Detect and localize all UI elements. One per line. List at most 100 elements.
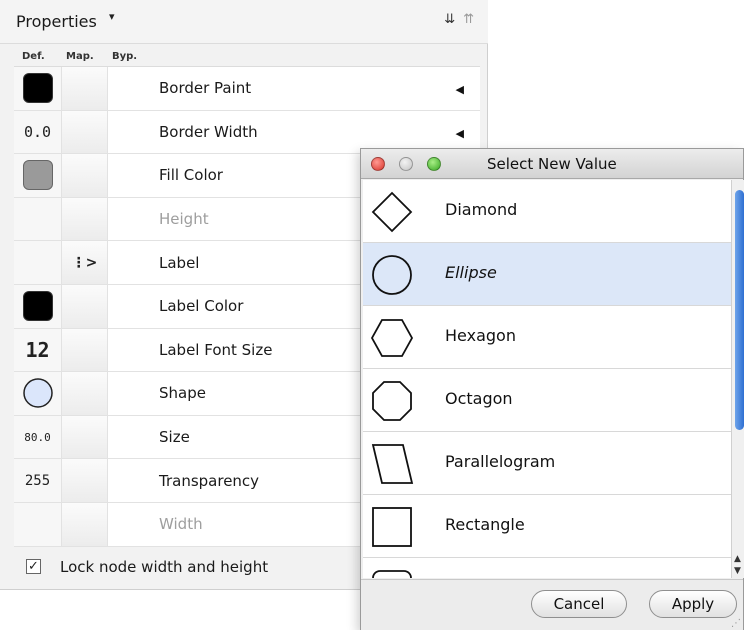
mapping-cell[interactable] xyxy=(62,110,108,154)
shape-option-rectangle[interactable]: Rectangle xyxy=(363,495,731,558)
dialog-footer: Cancel Apply ⋰ xyxy=(361,579,743,630)
mapping-cell[interactable] xyxy=(62,154,108,197)
bypass-cell[interactable] xyxy=(108,503,154,546)
shape-option-label: Rectangle xyxy=(445,515,525,534)
property-name: Width xyxy=(159,515,203,534)
bypass-cell[interactable] xyxy=(108,329,154,372)
dialog-titlebar[interactable]: Select New Value xyxy=(361,149,743,179)
ellipse-icon xyxy=(22,378,53,409)
rectangle-icon xyxy=(372,507,412,547)
apply-button[interactable]: Apply xyxy=(649,590,737,618)
property-name: Transparency xyxy=(159,471,260,490)
zoom-window-button[interactable] xyxy=(427,157,441,171)
mapping-cell[interactable] xyxy=(62,415,108,459)
expand-all-icon[interactable]: ⇈ xyxy=(463,12,474,28)
panel-header: Properties ▾ ⇊ ⇈ xyxy=(0,0,488,44)
parallelogram-icon xyxy=(371,444,414,484)
passthrough-mapping-icon: ⋮> xyxy=(71,254,98,271)
bypass-cell[interactable] xyxy=(108,198,154,241)
bypass-cell[interactable] xyxy=(108,416,154,459)
default-cell[interactable] xyxy=(14,502,62,546)
property-name: Label xyxy=(159,253,200,272)
octagon-icon xyxy=(372,381,412,421)
property-name: Border Width xyxy=(159,122,258,141)
property-name: Shape xyxy=(159,384,206,403)
shape-option-label: Hexagon xyxy=(445,326,516,345)
shape-list[interactable]: Diamond Ellipse Hexagon Octagon Parallel… xyxy=(363,180,731,578)
column-header-map: Map. xyxy=(66,51,94,62)
default-value: 80.0 xyxy=(24,430,51,444)
property-name: Label Font Size xyxy=(159,340,273,359)
bypass-cell[interactable] xyxy=(108,154,154,197)
scrollbar-thumb[interactable] xyxy=(735,190,744,430)
dialog-title: Select New Value xyxy=(487,155,617,173)
scroll-down-icon[interactable]: ▼ xyxy=(734,566,741,576)
property-name: Label Color xyxy=(159,297,244,316)
shape-option-label: Parallelogram xyxy=(445,452,556,471)
color-swatch xyxy=(22,160,53,191)
shape-option-parallelogram[interactable]: Parallelogram xyxy=(363,432,731,495)
shape-option-label: Ellipse xyxy=(445,263,497,282)
default-value: 255 xyxy=(24,472,51,489)
caret-left-icon[interactable]: ◀ xyxy=(456,83,464,96)
default-cell[interactable]: 0.0 xyxy=(14,110,62,154)
property-name: Fill Color xyxy=(159,166,223,185)
panel-title: Properties xyxy=(16,12,97,31)
diamond-icon xyxy=(371,191,413,233)
mapping-cell[interactable] xyxy=(62,67,108,110)
lock-size-checkbox[interactable]: ✓ xyxy=(26,559,41,574)
default-cell[interactable] xyxy=(14,284,62,328)
default-cell[interactable]: 80.0 xyxy=(14,415,62,459)
round-rectangle-icon xyxy=(372,570,412,578)
shape-option-partial[interactable] xyxy=(363,558,731,578)
property-row-border-paint[interactable]: Border Paint ◀ xyxy=(14,67,480,111)
property-name: Height xyxy=(159,210,209,229)
bypass-cell[interactable] xyxy=(108,372,154,415)
default-cell[interactable]: 255 xyxy=(14,459,62,502)
ellipse-icon xyxy=(372,255,412,295)
shape-option-octagon[interactable]: Octagon xyxy=(363,369,731,432)
select-value-dialog: Select New Value Diamond Ellipse Hexagon… xyxy=(360,148,744,630)
default-value: 12 xyxy=(25,337,50,362)
default-cell[interactable] xyxy=(14,154,62,197)
mapping-cell[interactable] xyxy=(62,459,108,502)
shape-option-diamond[interactable]: Diamond xyxy=(363,180,731,243)
default-cell[interactable] xyxy=(14,197,62,241)
cancel-button[interactable]: Cancel xyxy=(531,590,627,618)
panel-header-icons: ⇊ ⇈ xyxy=(444,12,474,28)
property-name: Border Paint xyxy=(159,79,252,98)
shape-option-ellipse[interactable]: Ellipse xyxy=(363,243,731,306)
list-scrollbar[interactable]: ▲ ▼ xyxy=(731,180,744,578)
panel-menu-arrow-icon[interactable]: ▾ xyxy=(109,10,115,23)
default-cell[interactable] xyxy=(14,241,62,284)
resize-grip-icon[interactable]: ⋰ xyxy=(731,618,741,629)
bypass-cell[interactable] xyxy=(108,241,154,284)
default-cell[interactable]: 12 xyxy=(14,328,62,372)
mapping-cell[interactable]: ⋮> xyxy=(62,241,108,284)
scroll-up-icon[interactable]: ▲ xyxy=(734,554,741,564)
caret-left-icon[interactable]: ◀ xyxy=(456,127,464,140)
color-swatch xyxy=(22,291,53,322)
mapping-cell[interactable] xyxy=(62,502,108,546)
mapping-cell[interactable] xyxy=(62,284,108,328)
hexagon-icon xyxy=(370,319,414,357)
column-header-byp: Byp. xyxy=(112,51,138,62)
mapping-cell[interactable] xyxy=(62,372,108,415)
lock-size-label[interactable]: Lock node width and height xyxy=(60,558,268,576)
column-header-def: Def. xyxy=(22,51,45,62)
bypass-cell[interactable] xyxy=(108,285,154,328)
mapping-cell[interactable] xyxy=(62,328,108,372)
bypass-cell[interactable] xyxy=(108,459,154,502)
property-name: Size xyxy=(159,428,190,447)
close-window-button[interactable] xyxy=(371,157,385,171)
bypass-cell[interactable] xyxy=(108,111,154,154)
shape-option-hexagon[interactable]: Hexagon xyxy=(363,306,731,369)
bypass-cell[interactable] xyxy=(108,67,154,110)
shape-option-label: Octagon xyxy=(445,389,513,408)
default-cell[interactable] xyxy=(14,67,62,110)
collapse-all-icon[interactable]: ⇊ xyxy=(444,12,455,28)
color-swatch xyxy=(22,73,53,104)
mapping-cell[interactable] xyxy=(62,197,108,241)
default-cell[interactable] xyxy=(14,372,62,415)
minimize-window-button[interactable] xyxy=(399,157,413,171)
